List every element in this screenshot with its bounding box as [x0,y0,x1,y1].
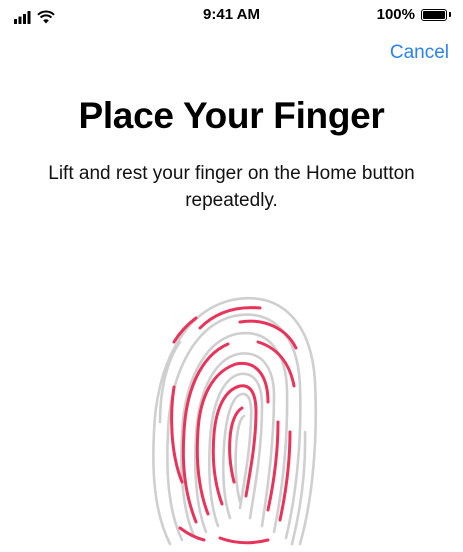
battery-cap [449,12,451,17]
fingerprint-icon [152,297,318,546]
battery-icon [421,8,447,21]
battery-percent: 100% [376,6,415,23]
status-bar: 9:41 AM 100% [0,0,463,30]
battery-status: 100% [377,6,451,23]
cancel-button[interactable]: Cancel [390,42,449,64]
battery-level-fill [423,10,445,19]
instruction-text: Lift and rest your finger on the Home bu… [48,163,415,211]
page-title: Place Your Finger [78,95,385,136]
